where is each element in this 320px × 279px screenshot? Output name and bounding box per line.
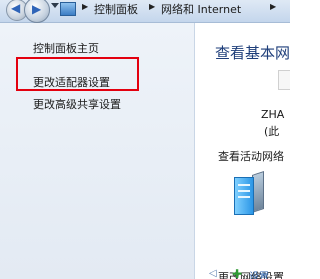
setup-link[interactable]: 设置: [249, 268, 269, 279]
breadcrumb-network-internet[interactable]: 网络和 Internet: [161, 1, 241, 17]
network-name: ZHA: [261, 108, 285, 121]
main-content: 查看基本网 ZHA (此 查看活动网络 更改网络设置: [195, 23, 290, 279]
chevron-right-icon[interactable]: ▶: [270, 2, 276, 11]
bottom-link-row[interactable]: ◁ ✚ 设置: [205, 268, 290, 279]
dropdown-icon[interactable]: [51, 3, 59, 8]
back-arrow-icon: ◀: [11, 1, 21, 15]
add-icon: ✚: [232, 268, 243, 279]
breadcrumb-control-panel[interactable]: 控制面板: [94, 1, 138, 17]
sidebar-item-control-panel-home[interactable]: 控制面板主页: [33, 40, 99, 56]
server-icon: [234, 171, 266, 217]
sidebar-item-change-advanced-sharing[interactable]: 更改高级共享设置: [33, 96, 121, 112]
computer-icon: [278, 70, 290, 90]
page-title: 查看基本网: [215, 44, 290, 62]
forward-arrow-icon: ▶: [32, 2, 42, 16]
address-bar: ◀ ▶ ▶ 控制面板 ▶ 网络和 Internet ▶: [0, 0, 290, 23]
chevron-right-icon[interactable]: ▶: [149, 2, 155, 11]
control-panel-icon: [60, 2, 76, 16]
forward-button[interactable]: ▶: [24, 0, 50, 23]
highlight-annotation: [16, 57, 139, 91]
active-network-heading: 查看活动网络: [218, 150, 284, 163]
network-subtitle: (此: [264, 125, 280, 138]
chevron-right-icon[interactable]: ▶: [82, 2, 88, 11]
arrow-icon: ◁: [209, 268, 217, 279]
